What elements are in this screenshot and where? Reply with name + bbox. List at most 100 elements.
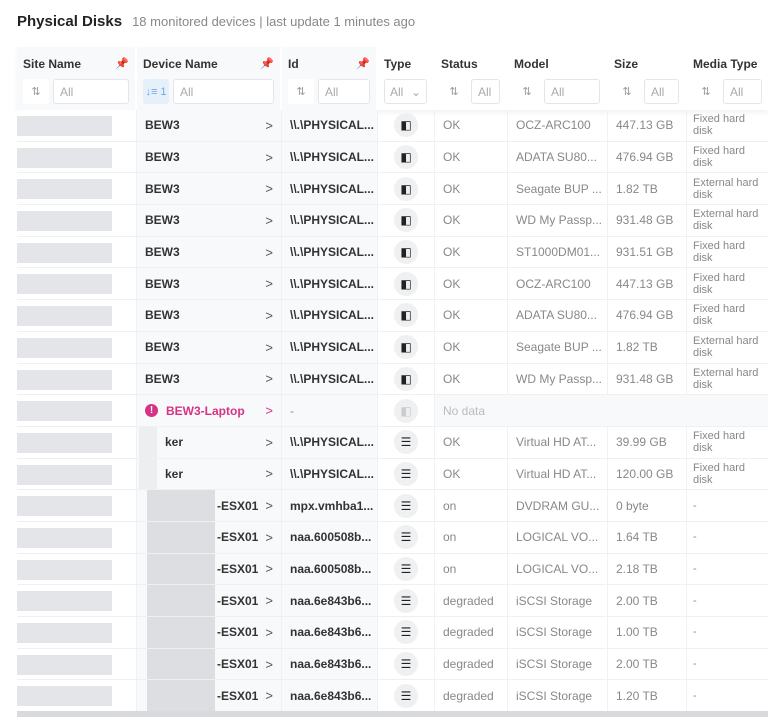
chevron-right-icon[interactable]: > [265, 498, 273, 513]
table-row[interactable]: BEW3 > \\.\PHYSICAL... ◧ OK ST1000DM01... 931.… [17, 236, 768, 269]
column-filter-input[interactable]: All [53, 79, 129, 104]
device-name-cell[interactable]: ! BEW3-Laptop > [137, 395, 282, 426]
table-row[interactable]: -ESX01 > naa.6e843b6... ☰ degraded iSCSI Stor… [17, 585, 768, 617]
device-name[interactable]: BEW3 [145, 308, 261, 322]
sort-button[interactable]: ↓≡ 1 [143, 79, 169, 104]
column-label[interactable]: Id [288, 57, 299, 79]
device-name-cell[interactable]: BEW3 > [137, 236, 282, 268]
chevron-right-icon[interactable]: > [265, 371, 273, 386]
table-row[interactable]: BEW3 > \\.\PHYSICAL... ◧ OK OCZ-ARC100 447.13 … [17, 268, 768, 301]
table-row[interactable]: BEW3 > \\.\PHYSICAL... ◧ OK WD My Passp... 931… [17, 205, 768, 237]
sort-button[interactable]: ⇅ [514, 79, 540, 104]
pin-icon[interactable]: 📌 [260, 57, 274, 79]
chevron-right-icon[interactable]: > [265, 213, 273, 228]
device-name-cell[interactable]: BEW3 > [137, 300, 282, 331]
chevron-right-icon[interactable]: > [265, 181, 273, 196]
table-row[interactable]: -ESX01 > naa.6e843b6... ☰ degraded iSCSI Stor… [17, 617, 768, 649]
table-row[interactable]: -ESX01 > mpx.vmhba1... ☰ on DVDRAM GU... 0 byt… [17, 490, 768, 522]
table-row[interactable]: BEW3 > \\.\PHYSICAL... ◧ OK WD My Passp... 931… [17, 363, 768, 396]
device-name-cell[interactable]: BEW3 > [137, 331, 282, 363]
device-name[interactable]: BEW3-Laptop [166, 404, 261, 418]
chevron-right-icon[interactable]: > [265, 561, 273, 576]
chevron-right-icon[interactable]: > [265, 688, 273, 703]
table-row[interactable]: BEW3 > \\.\PHYSICAL... ◧ OK ADATA SU80... 476.… [17, 141, 768, 174]
device-name-cell[interactable]: -ESX01 > [137, 521, 282, 553]
chevron-right-icon[interactable]: > [265, 593, 273, 608]
device-name-cell[interactable]: BEW3 > [137, 363, 282, 395]
device-name-cell[interactable]: -ESX01 > [137, 617, 282, 648]
device-name-cell[interactable]: -ESX01 > [137, 680, 282, 712]
page-subtitle: 18 monitored devices | last update 1 min… [132, 14, 416, 29]
chevron-right-icon[interactable]: > [265, 245, 273, 260]
table-row[interactable]: ! BEW3-Laptop > - ◧ No data [17, 395, 768, 427]
table-row[interactable]: ker > \\.\PHYSICAL... ☰ OK Virtual HD AT... 39… [17, 426, 768, 459]
chevron-right-icon[interactable]: > [265, 435, 273, 450]
column-label[interactable]: Media Type [693, 57, 757, 79]
table-row[interactable]: -ESX01 > naa.6e843b6... ☰ degraded iSCSI Stor… [17, 648, 768, 681]
chevron-right-icon[interactable]: > [265, 340, 273, 355]
column-filter-input[interactable]: All [318, 79, 370, 104]
device-name[interactable]: BEW3 [145, 245, 261, 259]
device-name-cell[interactable]: BEW3 > [137, 141, 282, 173]
chevron-right-icon[interactable]: > [265, 657, 273, 672]
type-filter-select[interactable]: All ⌄ [384, 79, 427, 104]
chevron-right-icon[interactable]: > [265, 625, 273, 640]
column-filter-input[interactable]: All [644, 79, 679, 104]
pin-icon[interactable]: 📌 [356, 57, 370, 79]
column-filter-input[interactable]: All [544, 79, 600, 104]
device-name-cell[interactable]: BEW3 > [137, 268, 282, 300]
device-name-cell[interactable]: BEW3 > [137, 205, 282, 236]
chevron-right-icon[interactable]: > [265, 530, 273, 545]
column-label[interactable]: Model [514, 57, 549, 79]
table-row[interactable]: -ESX01 > naa.600508b... ☰ on LOGICAL VO... 2.1… [17, 553, 768, 586]
table-row[interactable]: BEW3 > \\.\PHYSICAL... ◧ OK ADATA SU80... 476.… [17, 300, 768, 332]
chevron-right-icon[interactable]: > [265, 308, 273, 323]
sort-button[interactable]: ⇅ [23, 79, 49, 104]
device-name-cell[interactable]: BEW3 > [137, 173, 282, 205]
table-row[interactable]: -ESX01 > naa.600508b... ☰ on LOGICAL VO... 1.6… [17, 521, 768, 554]
column-label[interactable]: Device Name [143, 57, 218, 79]
device-name[interactable]: BEW3 [145, 213, 261, 227]
horizontal-scrollbar[interactable] [17, 711, 768, 717]
device-name[interactable]: BEW3 [145, 372, 261, 386]
device-name-cell[interactable]: -ESX01 > [137, 648, 282, 680]
sort-button[interactable]: ⇅ [693, 79, 719, 104]
column-label[interactable]: Size [614, 57, 638, 79]
device-name-cell[interactable]: -ESX01 > [137, 490, 282, 521]
column-label[interactable]: Site Name [23, 57, 81, 79]
disk-id: naa.6e843b6... [290, 593, 372, 608]
chevron-right-icon[interactable]: > [265, 403, 273, 418]
chevron-right-icon[interactable]: > [265, 276, 273, 291]
device-name[interactable]: BEW3 [145, 182, 261, 196]
sort-button[interactable]: ⇅ [288, 79, 314, 104]
chevron-right-icon[interactable]: > [265, 466, 273, 481]
device-name-cell[interactable]: ker > [137, 426, 282, 458]
device-name[interactable]: ker [145, 467, 261, 481]
device-name-cell[interactable]: BEW3 > [137, 110, 282, 141]
column-filter-input[interactable]: All [471, 79, 500, 104]
chevron-right-icon[interactable]: > [265, 150, 273, 165]
device-name[interactable]: BEW3 [145, 118, 261, 132]
device-name[interactable]: BEW3 [145, 277, 261, 291]
device-name-cell[interactable]: -ESX01 > [137, 585, 282, 616]
status-cell: on [435, 521, 508, 553]
device-name-cell[interactable]: -ESX01 > [137, 553, 282, 585]
pin-icon[interactable]: 📌 [115, 57, 129, 79]
table-row[interactable]: ker > \\.\PHYSICAL... ☰ OK Virtual HD AT... 12… [17, 458, 768, 491]
table-row[interactable]: -ESX01 > naa.6e843b6... ☰ degraded iSCSI Stor… [17, 680, 768, 713]
table-row[interactable]: BEW3 > \\.\PHYSICAL... ◧ OK Seagate BUP ... 1.… [17, 331, 768, 364]
column-label[interactable]: Status [441, 57, 478, 79]
column-filter-input[interactable]: All [723, 79, 762, 104]
chevron-right-icon[interactable]: > [265, 118, 273, 133]
device-name[interactable]: BEW3 [145, 340, 261, 354]
sort-button[interactable]: ⇅ [441, 79, 467, 104]
device-name[interactable]: BEW3 [145, 150, 261, 164]
column-label[interactable]: Type [384, 57, 411, 79]
table-row[interactable]: BEW3 > \\.\PHYSICAL... ◧ OK Seagate BUP ... 1.… [17, 173, 768, 206]
sort-button[interactable]: ⇅ [614, 79, 640, 104]
table-row[interactable]: BEW3 > \\.\PHYSICAL... ◧ OK OCZ-ARC100 447.13 … [17, 110, 768, 142]
device-name-cell[interactable]: ker > [137, 458, 282, 490]
device-name[interactable]: ker [145, 435, 261, 449]
model-cell: ST1000DM01... [508, 236, 608, 268]
column-filter-input[interactable]: All [173, 79, 274, 104]
